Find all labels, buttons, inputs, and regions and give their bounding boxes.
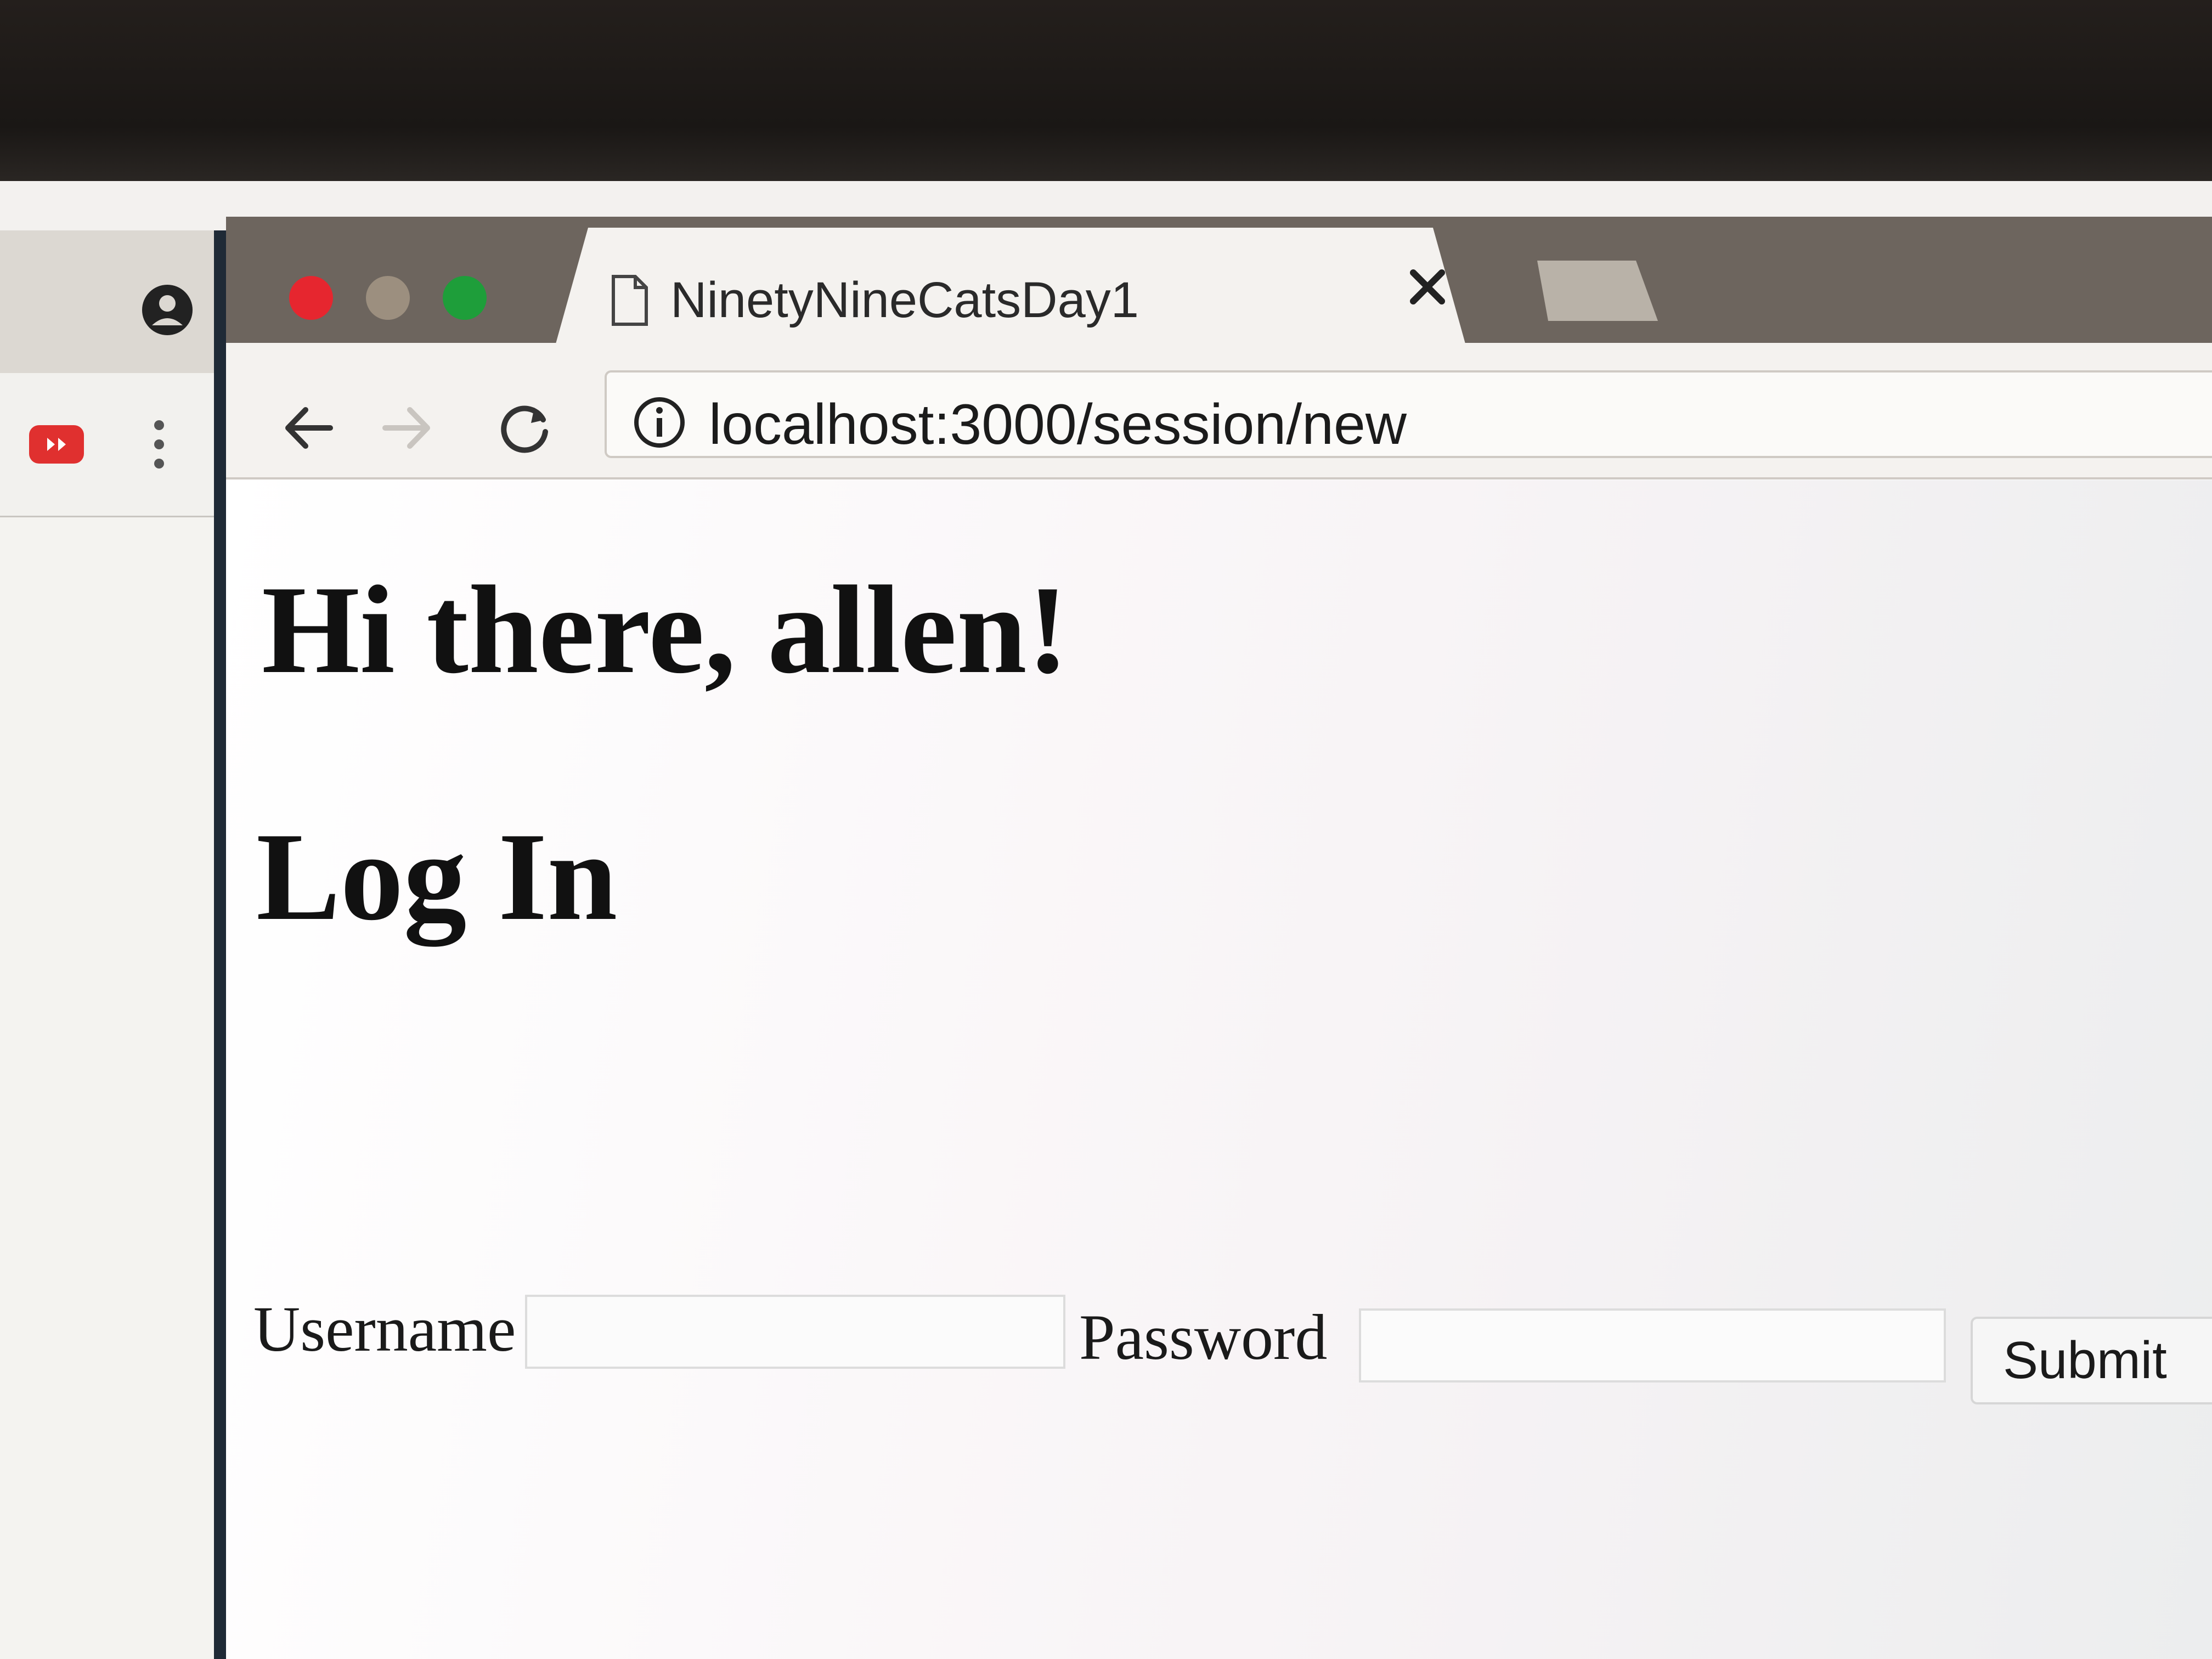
username-field[interactable]: [525, 1295, 1065, 1369]
close-icon[interactable]: [1406, 265, 1449, 309]
browser-window: NinetyNineCatsDay1 localhost:3000/sessio…: [226, 217, 2212, 1659]
info-icon[interactable]: [632, 395, 687, 450]
profile-icon[interactable]: [140, 283, 195, 337]
tab-strip: NinetyNineCatsDay1: [226, 217, 2212, 346]
greeting-heading: Hi there, allen!: [262, 560, 1069, 699]
window-edge: [214, 230, 226, 1659]
window-zoom-button[interactable]: [443, 276, 487, 320]
window-minimize-button[interactable]: [366, 276, 410, 320]
extension-icon[interactable]: [26, 422, 87, 466]
new-tab-button[interactable]: [1537, 261, 1658, 321]
forward-arrow-icon[interactable]: [377, 398, 437, 458]
username-label: Username: [253, 1293, 516, 1365]
monitor-bezel: [0, 0, 2212, 181]
kebab-menu-icon[interactable]: [151, 414, 167, 475]
back-arrow-icon[interactable]: [278, 398, 338, 458]
background-tabstrip: [0, 230, 225, 373]
page-icon: [612, 275, 648, 326]
window-close-button[interactable]: [289, 276, 333, 320]
reload-icon[interactable]: [495, 398, 555, 458]
background-content: [0, 517, 225, 1659]
tab-title: NinetyNineCatsDay1: [670, 272, 1139, 328]
password-label: Password: [1079, 1301, 1328, 1373]
background-browser-window: [0, 230, 225, 1659]
password-field[interactable]: [1359, 1308, 1946, 1383]
login-heading: Log In: [256, 806, 618, 946]
submit-button[interactable]: Submit: [1971, 1317, 2212, 1404]
background-toolbar: [0, 373, 225, 517]
address-bar-url: localhost:3000/session/new: [709, 393, 1407, 456]
